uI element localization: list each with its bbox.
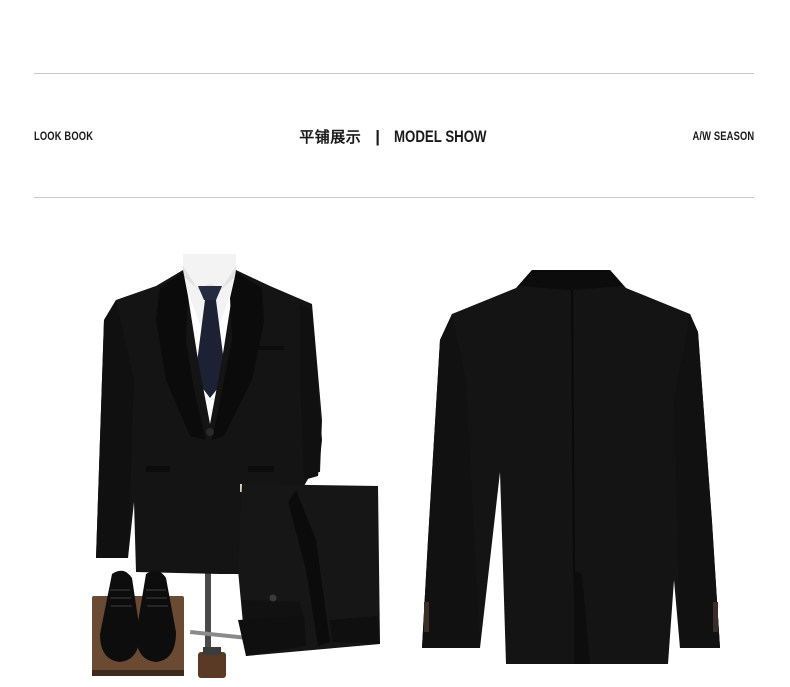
product-photo	[0, 240, 790, 687]
jacket-button	[206, 428, 214, 436]
left-flap-pocket	[146, 466, 170, 472]
suit-back-view	[422, 270, 720, 665]
right-flap-pocket	[248, 466, 274, 472]
trouser-button	[269, 594, 277, 602]
folded-trousers	[238, 484, 380, 656]
title-separator: |	[375, 126, 381, 146]
title-chinese: 平铺展示	[299, 128, 362, 146]
title-english: MODEL SHOW	[394, 126, 487, 146]
chest-pocket	[254, 346, 284, 350]
top-divider	[34, 73, 754, 74]
section-title: 平铺展示 | MODEL SHOW	[0, 126, 790, 147]
back-collar	[518, 270, 624, 290]
dress-shoes	[92, 570, 184, 676]
season-label: A/W SEASON	[692, 129, 754, 143]
suit-front-view	[92, 254, 380, 678]
bottom-divider	[34, 197, 754, 198]
section-header: LOOK BOOK 平铺展示 | MODEL SHOW A/W SEASON	[0, 122, 790, 154]
